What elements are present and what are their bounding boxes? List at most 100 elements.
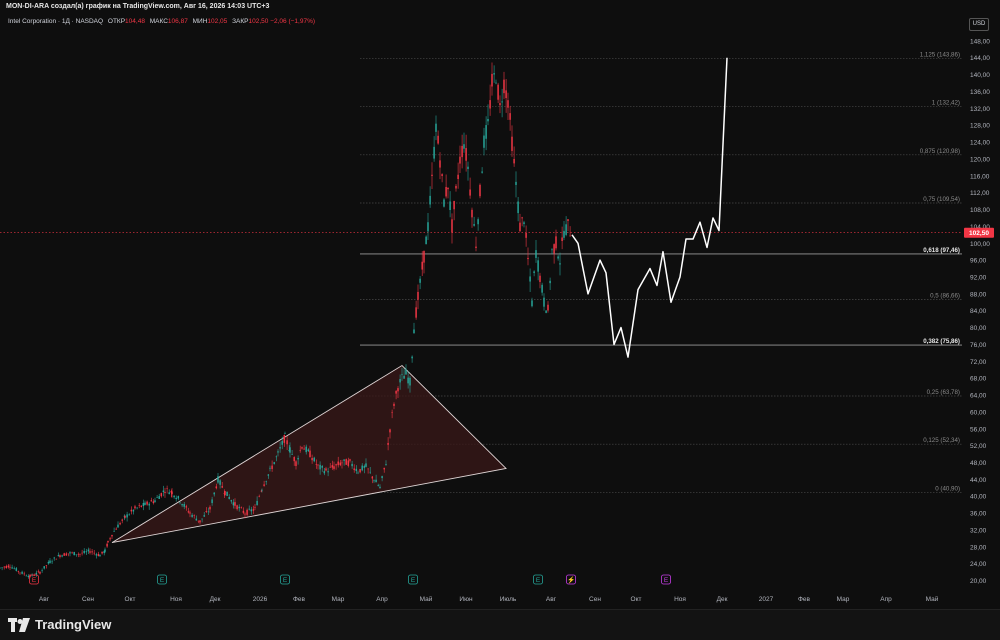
- candle-body: [395, 391, 397, 394]
- candle-body: [140, 505, 143, 507]
- candle-body: [445, 186, 447, 197]
- candle-body: [557, 256, 559, 259]
- candle-body: [226, 491, 228, 496]
- currency-selector[interactable]: USD: [969, 18, 989, 31]
- candle-body: [93, 552, 95, 554]
- chart-area[interactable]: 20,00 24,00 28,00 32,00 36,00 40,00 44,00 48,00…: [0, 14, 1000, 609]
- candle-body: [85, 551, 88, 553]
- candle-body: [405, 369, 407, 375]
- candle-body: [242, 510, 245, 513]
- candle-body: [138, 505, 140, 506]
- candle-body: [569, 235, 571, 237]
- tradingview-logo-icon: [8, 617, 30, 632]
- candle-body: [309, 450, 311, 458]
- high-label: МАКС: [149, 18, 168, 25]
- candle-body: [150, 500, 153, 502]
- candle-body: [45, 565, 48, 566]
- candle-body: [65, 553, 68, 556]
- candle-body: [401, 374, 403, 375]
- x-tick-label: Дек: [210, 596, 221, 603]
- candle-body: [523, 222, 525, 224]
- candle-body: [238, 506, 240, 509]
- candle-body: [217, 476, 219, 483]
- candle-body: [531, 300, 533, 307]
- price-chart[interactable]: 20,00 24,00 28,00 32,00 36,00 40,00 44,00 48,00…: [0, 14, 1000, 609]
- candle-body: [353, 468, 355, 471]
- fib-level-label: 0,618 (97,46): [923, 247, 960, 254]
- candle-body: [126, 514, 128, 518]
- y-tick-label: 116,00: [970, 173, 990, 180]
- candle-body: [53, 557, 55, 559]
- x-tick-label: 2026: [253, 596, 268, 603]
- candle-body: [117, 524, 119, 528]
- candle-body: [195, 518, 198, 521]
- candle-body: [89, 551, 91, 553]
- candle-body: [158, 496, 160, 499]
- candle-body: [349, 459, 351, 461]
- candle-body: [252, 509, 255, 511]
- candle-body: [146, 501, 148, 505]
- candle-body: [311, 457, 313, 461]
- candle-body: [134, 506, 136, 509]
- candle-body: [119, 523, 121, 525]
- candle-body: [297, 457, 299, 460]
- candle-body: [43, 566, 45, 569]
- candle-body: [228, 496, 230, 499]
- candle-body: [299, 450, 301, 451]
- candle-body: [505, 90, 507, 99]
- candle-body: [224, 491, 226, 496]
- candle-body: [15, 568, 18, 571]
- candle-body: [537, 260, 539, 272]
- candle-body: [461, 145, 463, 158]
- candle-body: [17, 570, 20, 572]
- candle-body: [561, 237, 563, 242]
- candle-body: [148, 503, 150, 506]
- brand[interactable]: TradingView: [8, 617, 111, 632]
- candle-body: [471, 209, 473, 218]
- y-tick-label: 112,00: [970, 190, 990, 197]
- candle-body: [267, 474, 270, 476]
- candle-body: [179, 502, 181, 504]
- candle-body: [507, 100, 509, 108]
- y-tick-label: 64,00: [970, 393, 987, 400]
- candle-body: [357, 472, 359, 474]
- footer-bar: TradingView: [0, 609, 1000, 640]
- candle-body: [185, 506, 188, 508]
- candle-body: [483, 135, 485, 148]
- y-tick-label: 36,00: [970, 511, 987, 518]
- candle-body: [455, 185, 457, 189]
- candle-body: [533, 271, 535, 274]
- candle-body: [527, 257, 529, 260]
- candle-body: [377, 485, 379, 486]
- candle-body: [331, 465, 334, 468]
- candle-body: [467, 166, 469, 170]
- y-tick-label: 120,00: [970, 156, 990, 163]
- candle-body: [77, 554, 80, 555]
- candle-body: [515, 181, 517, 185]
- candle-body: [375, 479, 377, 483]
- y-tick-label: 140,00: [970, 72, 990, 79]
- candle-body: [49, 560, 51, 563]
- candle-body: [345, 459, 347, 465]
- candle-body: [485, 125, 487, 139]
- candle-body: [313, 457, 315, 462]
- candle-body: [475, 246, 477, 248]
- y-tick-label: 124,00: [970, 140, 990, 147]
- y-tick-label: 72,00: [970, 359, 987, 366]
- candle-body: [563, 230, 565, 238]
- candle-body: [61, 555, 63, 557]
- y-tick-label: 144,00: [970, 55, 990, 62]
- candle-body: [132, 509, 135, 512]
- candle-body: [9, 566, 11, 568]
- candle-body: [451, 219, 453, 233]
- fib-level-label: 1,125 (143,86): [920, 51, 960, 58]
- candle-body: [369, 471, 371, 473]
- candle-body: [529, 276, 531, 282]
- x-tick-label: Сен: [82, 596, 94, 603]
- candle-body: [107, 540, 109, 543]
- candle-body: [489, 100, 491, 109]
- candle-body: [273, 462, 275, 464]
- x-tick-label: Апр: [376, 596, 388, 603]
- candle-body: [286, 440, 288, 445]
- candle-body: [183, 504, 185, 507]
